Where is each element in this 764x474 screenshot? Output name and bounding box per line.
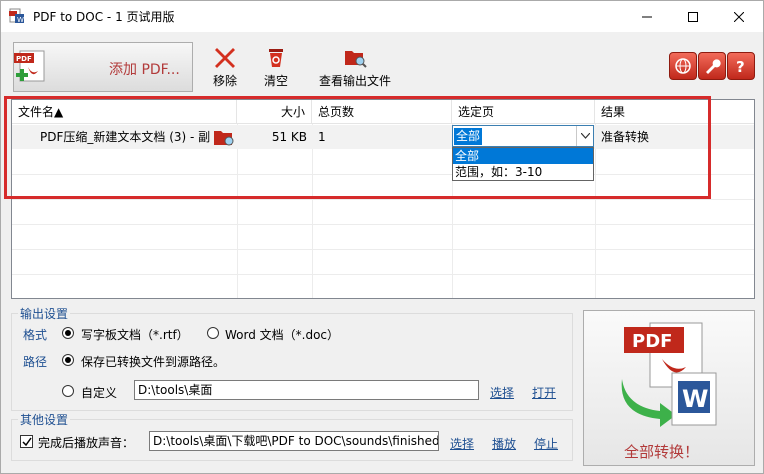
row-file-name: PDF压缩_新建文本文档 (3) - 副 <box>40 130 210 144</box>
minimize-icon <box>642 16 652 17</box>
minimize-button[interactable] <box>624 1 670 32</box>
header-pages[interactable]: 总页数 <box>312 100 452 124</box>
grid-line <box>12 274 754 275</box>
close-icon <box>734 11 744 22</box>
close-button[interactable] <box>716 1 762 32</box>
header-size[interactable]: 大小 <box>237 100 312 124</box>
play-sound-link[interactable]: 播放 <box>492 435 516 452</box>
pdf-doc-icon: W <box>9 8 24 24</box>
view-output-label: 查看输出文件 <box>318 74 391 88</box>
header-name[interactable]: 文件名▲ <box>12 100 237 124</box>
check-icon <box>21 437 32 446</box>
remove-x-icon <box>215 48 235 68</box>
wrench-icon <box>706 59 721 74</box>
recycle-bin-icon <box>269 49 283 67</box>
grid-line <box>595 124 596 298</box>
page-select-options: 全部 范围，如：3-10 <box>452 147 594 181</box>
convert-all-button[interactable]: PDF W 全部转换！ <box>583 310 755 466</box>
page-select-value: 全部 <box>454 128 483 145</box>
grid-line <box>12 224 754 225</box>
list-header: 文件名▲ 大小 总页数 选定页 结果 <box>12 100 754 124</box>
file-list[interactable]: 文件名▲ 大小 总页数 选定页 结果 PDF压缩_新建文本文档 (3) - 副 … <box>11 99 755 299</box>
globe-icon <box>675 58 691 74</box>
view-output-button[interactable]: 查看输出文件 <box>313 45 397 89</box>
grid-line <box>12 199 754 200</box>
sound-path-input[interactable]: D:\tools\桌面\下载吧\PDF to DOC\sounds\finish… <box>149 431 439 451</box>
add-pdf-button[interactable]: PDF 添加 PDF... <box>13 42 193 92</box>
grid-line <box>237 124 238 298</box>
convert-icon-text: PDF <box>632 331 672 352</box>
custom-path-input[interactable]: D:\tools\桌面 <box>134 380 479 400</box>
remove-button[interactable]: 移除 <box>209 45 241 89</box>
add-pdf-icon: PDF <box>14 50 45 82</box>
pdf-to-word-icon: PDF W <box>621 322 717 427</box>
window-title: PDF to DOC - 1 页试用版 <box>33 10 175 24</box>
convert-all-label: 全部转换！ <box>624 443 700 461</box>
dropdown-option-range[interactable]: 范围，如：3-10 <box>453 164 593 180</box>
maximize-icon <box>688 11 698 22</box>
grid-line <box>12 174 754 175</box>
svg-text:W: W <box>17 16 24 24</box>
help-button[interactable]: ? <box>727 52 755 80</box>
remove-label: 移除 <box>212 74 237 88</box>
page-select-dropdown[interactable]: 全部 <box>452 125 594 147</box>
row-result: 准备转换 <box>601 130 650 144</box>
path-label: 路径 <box>23 355 48 369</box>
format-doc-label[interactable]: Word 文档（*.doc） <box>225 326 339 343</box>
format-label: 格式 <box>23 328 48 342</box>
custom-path-radio[interactable] <box>62 385 74 397</box>
stop-sound-link[interactable]: 停止 <box>534 435 558 452</box>
choose-path-link[interactable]: 选择 <box>490 384 514 401</box>
svg-text:PDF: PDF <box>16 55 32 63</box>
header-result[interactable]: 结果 <box>595 100 754 124</box>
dropdown-option-all[interactable]: 全部 <box>453 148 593 164</box>
clear-label: 清空 <box>263 74 288 88</box>
format-rtf-radio[interactable] <box>62 327 74 339</box>
other-settings-legend: 其他设置 <box>18 411 71 428</box>
custom-path-label[interactable]: 自定义 <box>81 384 117 401</box>
header-select[interactable]: 选定页 <box>452 100 595 124</box>
save-to-source-radio[interactable] <box>62 354 74 366</box>
grid-line <box>312 124 313 298</box>
play-sound-label[interactable]: 完成后播放声音： <box>38 434 134 451</box>
table-row[interactable]: PDF压缩_新建文本文档 (3) - 副 51 KB 1 准备转换 <box>12 125 754 149</box>
play-sound-checkbox[interactable] <box>20 435 33 448</box>
add-pdf-label: 添加 PDF... <box>109 62 180 78</box>
row-page-count: 1 <box>318 130 326 144</box>
row-file-size: 51 KB <box>271 130 307 144</box>
folder-search-icon <box>214 131 234 146</box>
choose-sound-link[interactable]: 选择 <box>450 435 474 452</box>
folder-search-icon <box>345 51 367 68</box>
clear-button[interactable]: 清空 <box>259 45 293 89</box>
grid-line <box>12 249 754 250</box>
app-window: W PDF to DOC - 1 页试用版 PDF 添加 PDF... 移除 清… <box>0 0 764 474</box>
open-path-link[interactable]: 打开 <box>532 384 556 401</box>
maximize-button[interactable] <box>670 1 716 32</box>
save-to-source-label[interactable]: 保存已转换文件到源路径。 <box>81 353 225 370</box>
svg-text:W: W <box>682 385 708 413</box>
svg-text:?: ? <box>736 58 745 75</box>
format-doc-radio[interactable] <box>207 327 219 339</box>
question-icon: ? <box>736 58 745 75</box>
website-button[interactable] <box>669 52 697 80</box>
title-bar: W PDF to DOC - 1 页试用版 <box>1 1 763 32</box>
settings-button[interactable] <box>698 52 726 80</box>
output-settings-legend: 输出设置 <box>18 305 71 322</box>
chevron-down-icon[interactable] <box>576 126 593 146</box>
format-rtf-label[interactable]: 写字板文档（*.rtf） <box>81 326 189 343</box>
